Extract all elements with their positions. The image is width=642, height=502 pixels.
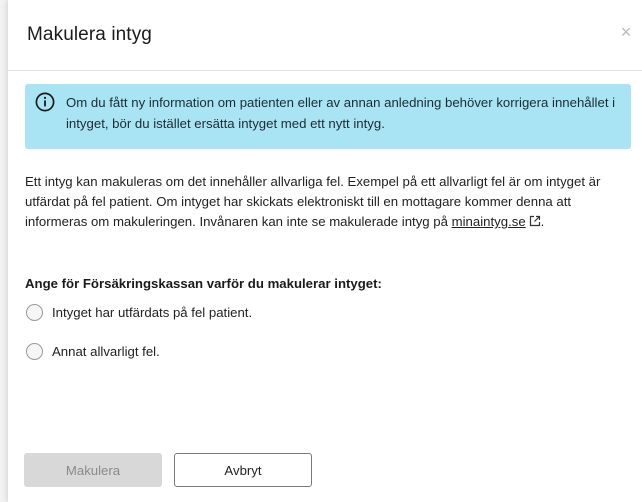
- radio-button[interactable]: [26, 342, 43, 360]
- dialog-header: Makulera intyg ×: [8, 0, 642, 71]
- radio-button[interactable]: [26, 303, 43, 321]
- external-link-icon: [529, 215, 540, 227]
- minaintyg-link[interactable]: minaintyg.se: [452, 214, 526, 229]
- description-paragraph: Ett intyg kan makuleras om det innehålle…: [25, 172, 637, 232]
- makulera-dialog: Makulera intyg × Om du fått ny informati…: [8, 0, 642, 502]
- info-alert: Om du fått ny information om patienten e…: [25, 84, 631, 149]
- makulera-button[interactable]: Makulera: [24, 453, 162, 487]
- close-icon[interactable]: ×: [618, 22, 634, 42]
- info-circle-icon: [35, 92, 55, 112]
- radio-option-annat-fel[interactable]: Annat allvarligt fel.: [26, 341, 160, 361]
- radio-label: Intyget har utfärdats på fel patient.: [52, 304, 253, 320]
- radio-label: Annat allvarligt fel.: [52, 343, 160, 359]
- description-end: .: [540, 214, 545, 229]
- reason-question-label: Ange för Försäkringskassan varför du mak…: [25, 276, 382, 291]
- avbryt-button[interactable]: Avbryt: [174, 453, 312, 487]
- radio-option-fel-patient[interactable]: Intyget har utfärdats på fel patient.: [26, 302, 252, 322]
- dialog-title: Makulera intyg: [27, 24, 152, 45]
- info-alert-text: Om du fått ny information om patienten e…: [66, 95, 616, 131]
- dialog-footer: Makulera Avbryt: [8, 440, 642, 502]
